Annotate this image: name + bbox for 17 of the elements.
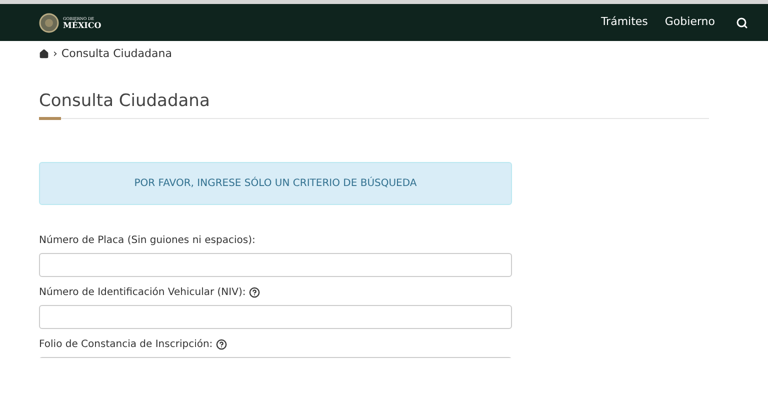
search-icon[interactable] (736, 16, 748, 28)
field-label: Número de Identificación Vehicular (NIV): (39, 286, 246, 300)
field-label: Folio de Constancia de Inscripción: (39, 338, 213, 352)
page-title: Consulta Ciudadana (39, 90, 211, 112)
nav-link[interactable]: Gobierno (664, 14, 715, 31)
nav-link[interactable]: Trámites (600, 14, 648, 31)
input-field[interactable] (39, 252, 512, 276)
alert-box: POR FAVOR, INGRESE SÓLO UN CRITERIO DE BÚSQUEDA (39, 162, 512, 204)
logo-text: MÉXICO (63, 20, 102, 28)
help-icon[interactable] (216, 338, 227, 350)
home-icon[interactable] (39, 49, 49, 60)
emblem-icon (39, 12, 59, 32)
input-field[interactable] (39, 304, 512, 328)
breadcrumb-separator: › (53, 46, 58, 62)
field-label: Número de Placa (Sin guiones ni espacios): (39, 234, 256, 248)
help-icon[interactable] (248, 286, 260, 298)
breadcrumb-current: Consulta Ciudadana (61, 46, 172, 62)
